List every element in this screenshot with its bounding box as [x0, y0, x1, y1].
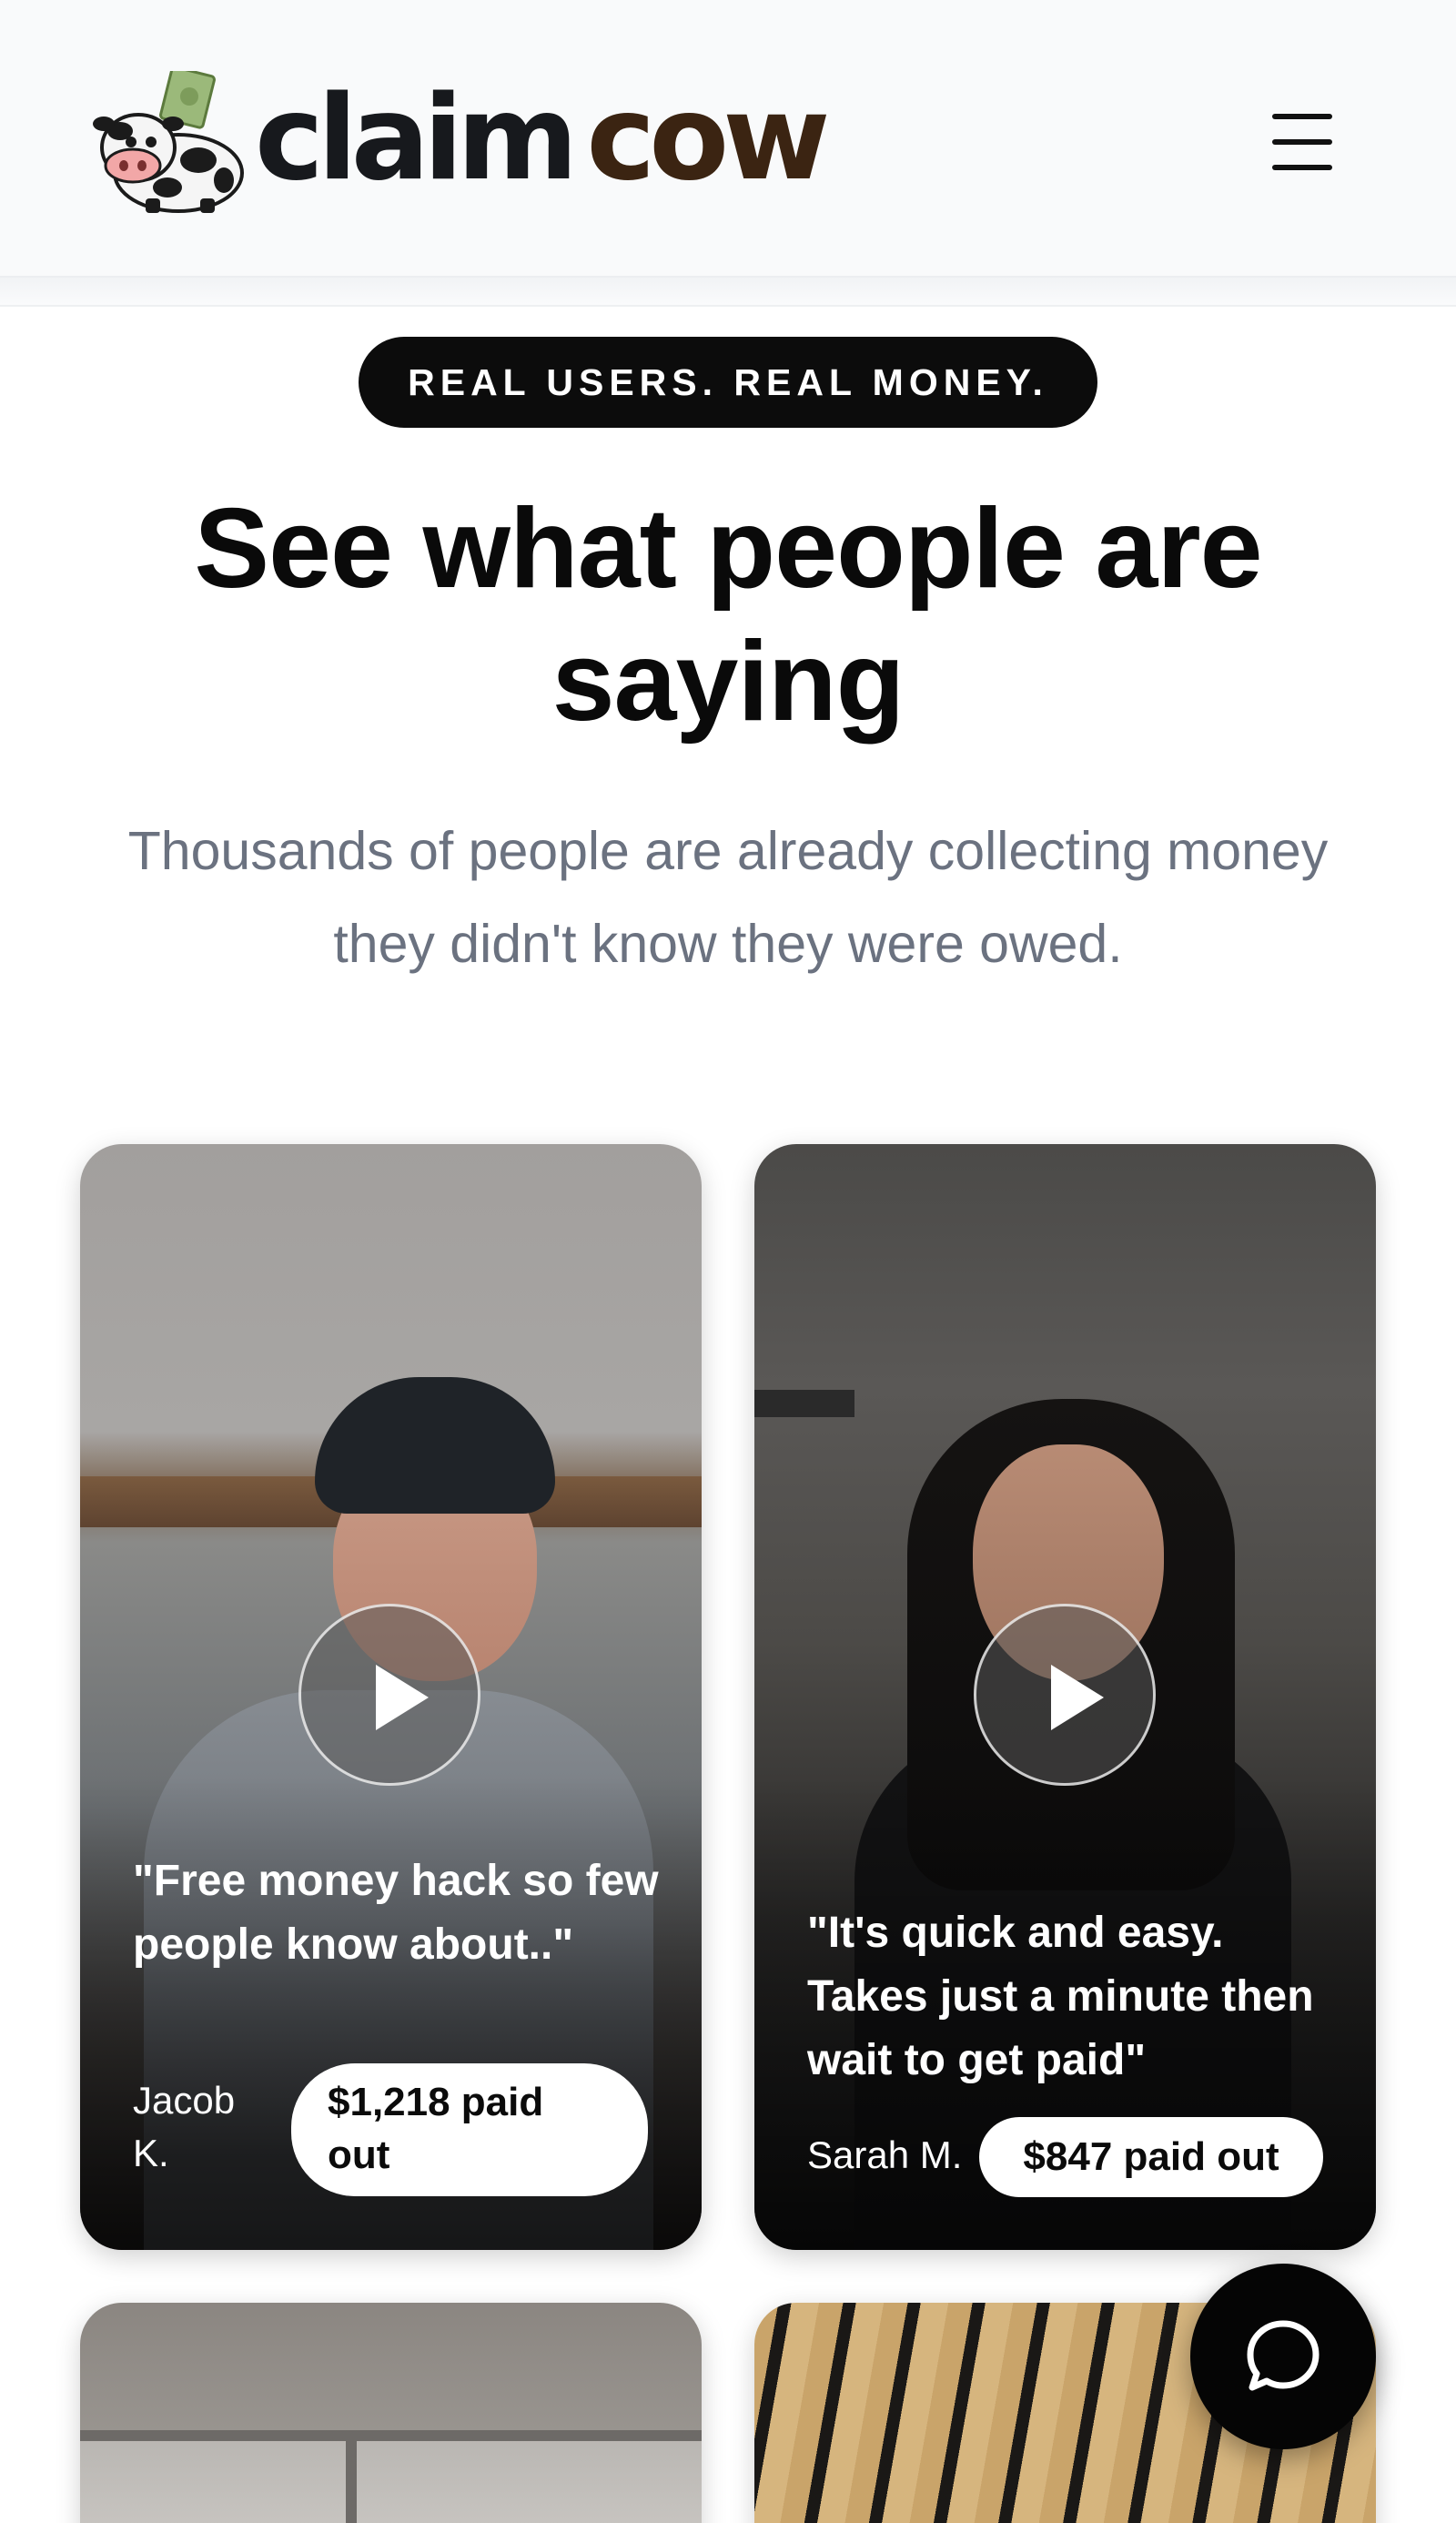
play-button[interactable]	[298, 1604, 480, 1786]
play-icon	[1051, 1665, 1104, 1730]
hamburger-menu-icon[interactable]	[1272, 114, 1338, 170]
menu-bar-middle	[1272, 139, 1332, 145]
chat-button[interactable]	[1190, 2264, 1376, 2449]
logo-wordmark: claim cow	[255, 81, 830, 198]
payout-badge: $847 paid out	[979, 2117, 1323, 2197]
play-button[interactable]	[974, 1604, 1156, 1786]
testimonial-author: Jacob K.	[133, 2079, 236, 2174]
video-thumbnail-vent	[754, 1390, 854, 1417]
menu-bar-bottom	[1272, 165, 1332, 170]
menu-bar-top	[1272, 114, 1332, 119]
logo-word-claim: claim	[255, 71, 578, 207]
testimonial-video-card[interactable]	[80, 2303, 702, 2523]
testimonial-quote: "Free money hack so few people know abou…	[133, 1857, 659, 1969]
site-header: claim cow	[0, 0, 1456, 278]
logo-word-cow: cow	[586, 71, 830, 207]
testimonial-author: Sarah M.	[807, 2133, 963, 2176]
video-thumbnail-window	[80, 2439, 702, 2523]
page-subtitle: Thousands of people are already collecti…	[127, 821, 1329, 974]
claimcow-logo[interactable]: claim cow	[91, 66, 830, 217]
testimonial-quote: "It's quick and easy. Takes just a minut…	[807, 1909, 1314, 2084]
payout-badge: $1,218 paid out	[291, 2063, 648, 2196]
play-icon	[376, 1665, 429, 1730]
testimonial-video-card[interactable]: "Free money hack so few people know abou…	[80, 1144, 702, 2250]
video-thumbnail-window-frame	[80, 2430, 702, 2441]
header-divider	[0, 278, 1456, 307]
page-title: See what people are saying	[194, 486, 1262, 745]
chat-bubble-icon	[1247, 2320, 1320, 2391]
video-thumbnail-window-frame	[346, 2439, 357, 2523]
cow-mascot-icon	[91, 66, 253, 217]
video-thumbnail-cap	[315, 1377, 555, 1514]
real-users-badge: REAL USERS. REAL MONEY.	[359, 337, 1097, 428]
testimonial-video-card[interactable]: "It's quick and easy. Takes just a minut…	[754, 1144, 1376, 2250]
